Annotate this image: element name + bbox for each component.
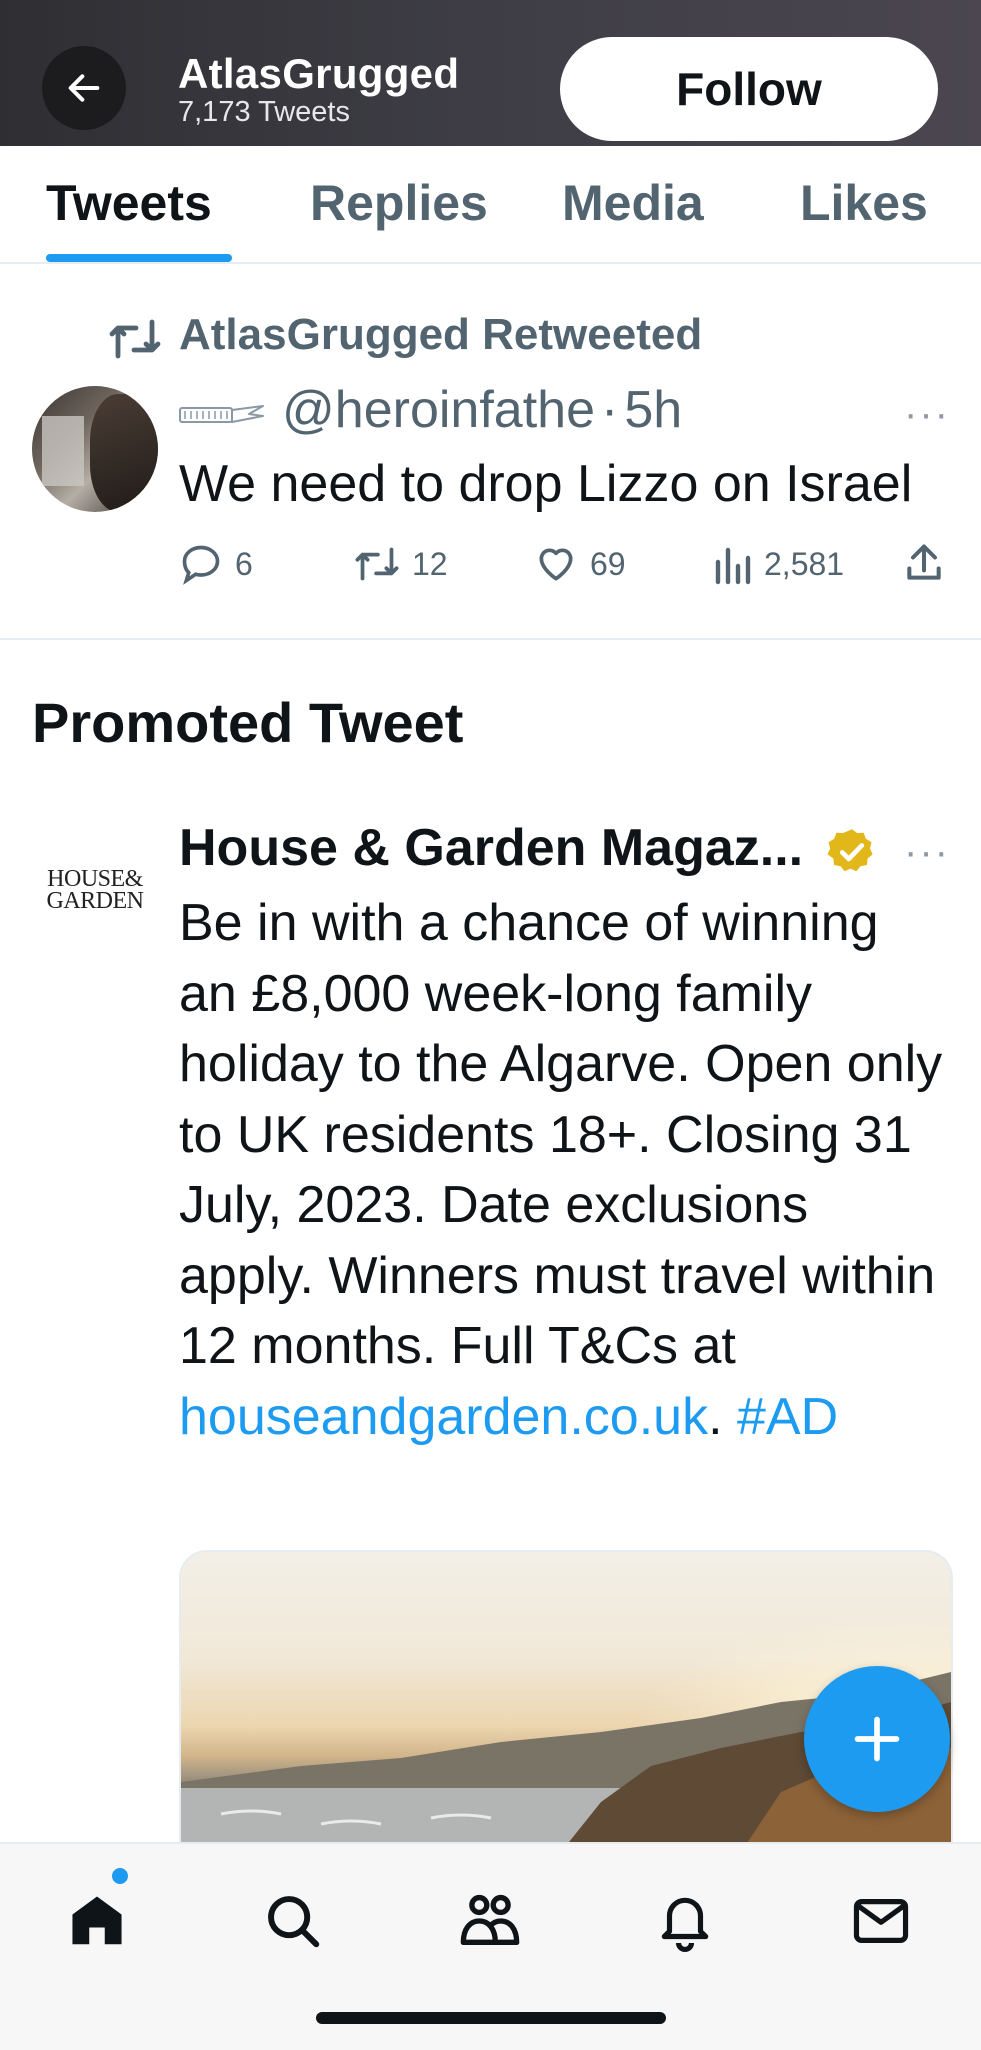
tab-likes[interactable]: Likes [800,174,928,232]
tab-replies[interactable]: Replies [310,174,488,232]
home-icon [72,1896,122,1945]
retweet-count: 12 [412,545,448,582]
nav-search[interactable] [258,1886,328,1956]
promoted-tweet-text: Be in with a chance of winning an £8,000… [179,888,949,1452]
nav-messages[interactable] [846,1886,916,1956]
retweet-button[interactable]: 12 [354,542,448,586]
header-profile-name: AtlasGrugged [178,50,460,97]
tab-tweets[interactable]: Tweets [46,174,212,232]
reply-count: 6 [235,545,253,582]
retweet-icon [355,547,399,581]
arrow-left-icon [68,74,100,102]
promoted-section-title: Promoted Tweet [32,691,464,754]
promoted-link[interactable]: houseandgarden.co.uk [179,1388,708,1446]
promoted-body: Be in with a chance of winning an £8,000… [179,894,943,1375]
home-indicator[interactable] [316,2012,666,2024]
tweet-text: We need to drop Lizzo on Israel [179,455,913,513]
retweet-icon [108,318,162,365]
like-button[interactable]: 69 [534,542,626,586]
handle-text: @heroinfathe [282,381,595,439]
reply-icon [182,545,220,585]
house-garden-logo[interactable]: HOUSE& GARDEN [40,866,150,914]
promoted-punct: . [708,1387,737,1446]
reply-button[interactable]: 6 [179,542,253,586]
nav-notifications[interactable] [650,1886,720,1956]
nav-home[interactable] [62,1886,132,1956]
home-new-content-dot [112,1868,128,1884]
logo-line-2: GARDEN [46,888,145,914]
communities-icon [460,1894,520,1945]
views-icon [715,547,751,585]
logo-line-1: HOUSE& [47,866,143,892]
more-options-button[interactable]: ··· [904,392,950,437]
tweet-author-handle[interactable]: @heroinfathe · 5h [282,380,682,440]
tab-media[interactable]: Media [562,174,704,232]
retweet-label: AtlasGrugged Retweeted [179,310,703,359]
share-button[interactable] [902,540,946,586]
back-button[interactable] [42,46,126,130]
share-icon [907,544,941,580]
views-button[interactable]: 2,581 [712,542,844,586]
header-tweet-count: 7,173 Tweets [178,96,350,128]
avatar[interactable] [32,386,158,512]
mail-icon [853,1899,909,1943]
profile-tabs: Tweets Replies Media Likes [0,146,981,264]
plus-icon [854,1716,900,1762]
promoted-author-name[interactable]: House & Garden Magaz... [179,818,803,878]
hashtag-link[interactable]: #AD [737,1388,838,1446]
nav-communities[interactable] [455,1886,525,1956]
promoted-more-options-button[interactable]: ··· [904,830,950,875]
heart-icon [539,548,573,581]
separator-dot: · [601,381,619,439]
like-count: 69 [590,545,626,582]
verified-badge-icon [826,826,878,883]
views-count: 2,581 [764,545,845,582]
bell-icon [661,1897,709,1952]
follow-button[interactable]: Follow [560,37,938,141]
active-tab-indicator [46,254,232,262]
tweet-time: 5h [624,381,683,439]
compose-tweet-button[interactable] [804,1666,950,1812]
search-icon [268,1896,320,1948]
tweet-divider [0,638,981,640]
wing-emoji-icon [179,402,265,433]
